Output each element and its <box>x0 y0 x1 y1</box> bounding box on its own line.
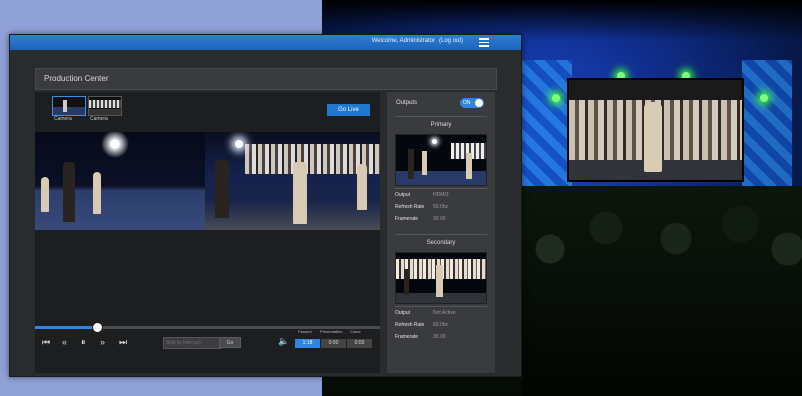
secondary-output-row: Output Not Active <box>395 310 456 316</box>
go-button[interactable]: Go <box>219 337 241 348</box>
video-person <box>63 162 75 222</box>
skip-to-input[interactable] <box>163 337 222 349</box>
section-title: Production Center <box>44 74 109 83</box>
video-person <box>215 160 229 218</box>
video-person <box>93 172 101 214</box>
preview-panel: Camera Camera Go Live ⏮ « ⏸ » ⏭ Skip to … <box>35 92 380 373</box>
segment-header: Cloud <box>350 329 361 334</box>
secondary-preview <box>395 252 487 304</box>
singer <box>644 102 662 172</box>
seek-handle[interactable] <box>92 322 104 333</box>
skip-to-start-icon[interactable]: ⏮ <box>42 337 50 347</box>
primary-title: Primary <box>430 122 452 128</box>
divider <box>395 306 487 307</box>
pause-icon[interactable]: ⏸ <box>81 337 86 347</box>
segment-header: Paused <box>298 329 312 334</box>
outputs-label: Outputs <box>396 100 418 106</box>
program-video <box>35 132 380 230</box>
audience <box>522 186 802 396</box>
video-spotlight <box>235 140 243 148</box>
secondary-framerate-row: Framerate 30.00 <box>395 334 446 340</box>
outputs-toggle[interactable]: ON <box>460 98 484 108</box>
welcome-text: Welcome, Administrator <box>371 38 435 44</box>
segment-header: Presentation <box>320 329 343 334</box>
section-header: Production Center <box>35 68 497 90</box>
logout-link[interactable]: (Log out) <box>439 38 463 44</box>
skip-to-end-icon[interactable]: ⏭ <box>119 337 127 347</box>
toggle-label: ON <box>463 100 471 106</box>
divider <box>395 234 487 235</box>
secondary-refresh-row: Refresh Rate 60.0hz <box>395 322 449 328</box>
divider <box>395 116 487 117</box>
volume-icon[interactable]: 🔈 <box>278 336 289 347</box>
source-thumbnail-2[interactable] <box>88 96 122 116</box>
projection-screen <box>567 78 744 182</box>
source-thumbnail-1[interactable] <box>52 96 86 116</box>
secondary-title: Secondary <box>426 240 456 246</box>
primary-refresh-row: Refresh Rate 60.0hz <box>395 204 449 210</box>
stage-light <box>760 94 768 102</box>
source-label-1: Camera <box>54 116 72 122</box>
go-live-button[interactable]: Go Live <box>327 104 370 116</box>
source-label-2: Camera <box>90 116 108 122</box>
primary-framerate-row: Framerate 30.00 <box>395 216 446 222</box>
stage-light <box>552 94 560 102</box>
primary-preview <box>395 134 487 186</box>
video-person <box>41 177 49 212</box>
video-person <box>293 162 307 224</box>
video-scene-left <box>35 132 205 230</box>
production-app-window: Welcome, Administrator (Log out) Product… <box>9 34 522 377</box>
segment-cloud[interactable]: 0:00 <box>347 339 372 348</box>
fast-forward-icon[interactable]: » <box>100 337 105 347</box>
segment-paused[interactable]: 1:18 <box>295 339 320 348</box>
playback-controls: ⏮ « ⏸ » ⏭ Go 🔈 Paused Presentation Cloud… <box>35 329 380 351</box>
toggle-knob <box>475 99 483 107</box>
seek-progress <box>35 326 98 329</box>
hamburger-menu-icon[interactable] <box>479 38 489 47</box>
video-person <box>357 164 367 210</box>
top-bar: Welcome, Administrator (Log out) <box>10 35 521 50</box>
divider <box>395 188 487 189</box>
rewind-icon[interactable]: « <box>62 337 67 347</box>
outputs-panel: Outputs ON Primary Output HDMI3 Refresh R… <box>387 92 495 373</box>
primary-output-row: Output HDMI3 <box>395 192 449 198</box>
segment-presentation[interactable]: 0:00 <box>321 339 346 348</box>
